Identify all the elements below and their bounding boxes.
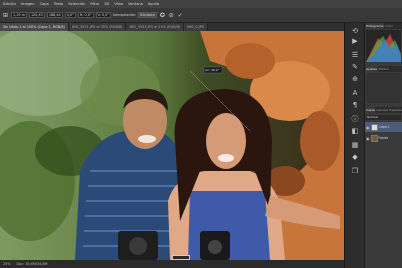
- menu-edicion[interactable]: Edición: [3, 2, 16, 6]
- adjustment-icons: [366, 73, 401, 103]
- warp-icon[interactable]: ✪: [159, 12, 166, 19]
- transform-icon[interactable]: ⊞: [2, 12, 9, 19]
- menu-imagen[interactable]: Imagen: [21, 2, 35, 6]
- history-icon[interactable]: ⟲: [350, 27, 360, 36]
- document-tabs: Sin título-1 al 100% (Capa 1, RGB/8) IMG…: [0, 23, 344, 31]
- tab-estilos[interactable]: Estilos: [378, 66, 390, 72]
- panel-icon-strip: ⟲ ▶ ☰ ✎ ⊕ A ¶ ⓘ ◧ ▦ ◆ ❐: [344, 23, 364, 268]
- layer-name[interactable]: Fondo: [379, 136, 389, 140]
- tab-document-2[interactable]: IMG_3521.JPG al 50% (RGB/8): [68, 23, 127, 31]
- clone-source-icon[interactable]: ⊕: [350, 75, 360, 84]
- menu-bar: Edición Imagen Capa Texto Selección Filt…: [0, 0, 402, 8]
- layers-list: ◉ Capa 1 ◉ Fondo: [365, 122, 402, 152]
- status-bar: 25% Doc: 34,6M/34,6M: [0, 260, 344, 268]
- tab-document-1[interactable]: Sin título-1 al 100% (Capa 1, RGB/8): [0, 23, 69, 31]
- option-field-1[interactable]: 1,19 m: [11, 12, 27, 18]
- right-panels: Histograma Color Ajustes Estilos Capas C…: [364, 23, 402, 268]
- tab-document-4[interactable]: IMG_0.JPG: [184, 23, 209, 31]
- layer-row[interactable]: ◉ Fondo: [365, 133, 402, 143]
- tab-canales[interactable]: Canales: [375, 107, 388, 113]
- v-skew-field[interactable]: V: 0,0°: [95, 12, 111, 18]
- menu-vista[interactable]: Vista: [114, 2, 123, 6]
- layer-name[interactable]: Capa 1: [379, 125, 390, 129]
- menu-ayuda[interactable]: Ayuda: [148, 2, 159, 6]
- options-bar: ⊞ 1,19 m 120,43 168,44 0,0° H: 0,0° V: 0…: [0, 8, 402, 23]
- swatches-icon[interactable]: ▦: [350, 141, 360, 150]
- zoom-level[interactable]: 25%: [3, 262, 11, 266]
- tab-capas[interactable]: Capas: [365, 107, 376, 113]
- tab-histogram[interactable]: Histograma: [365, 23, 385, 29]
- histogram-chart: [366, 30, 401, 62]
- eye-icon[interactable]: ◉: [366, 136, 370, 141]
- eye-icon[interactable]: ◉: [366, 125, 370, 130]
- angle-field[interactable]: 0,0°: [64, 12, 76, 18]
- info-icon[interactable]: ⓘ: [350, 115, 360, 124]
- blend-mode-select[interactable]: Normal: [366, 115, 401, 120]
- cancel-icon[interactable]: ⊘: [168, 12, 175, 19]
- menu-ventana[interactable]: Ventana: [128, 2, 143, 6]
- interpolation-label: Interpolación:: [113, 13, 137, 17]
- character-icon[interactable]: A: [350, 89, 360, 98]
- tab-trazados[interactable]: Trazados: [388, 107, 402, 113]
- photo-image: [0, 31, 344, 260]
- layers-tabs: Capas Canales Trazados: [365, 107, 402, 113]
- menu-texto[interactable]: Texto: [54, 2, 63, 6]
- layer-thumbnail: [370, 134, 378, 142]
- properties-icon[interactable]: ☰: [350, 51, 360, 60]
- actions-icon[interactable]: ▶: [350, 37, 360, 46]
- angle-tooltip: An: 48,2°: [205, 68, 220, 72]
- tab-ajustes[interactable]: Ajustes: [365, 66, 378, 72]
- adjustments-tabs: Ajustes Estilos: [365, 66, 402, 72]
- tab-color[interactable]: Color: [384, 23, 394, 29]
- layer-thumbnail: [370, 123, 378, 131]
- option-field-3[interactable]: 168,44: [46, 12, 63, 18]
- brush-panel-icon[interactable]: ✎: [350, 63, 360, 72]
- commit-icon[interactable]: ✓: [177, 12, 184, 19]
- styles-icon[interactable]: ◆: [350, 153, 360, 162]
- interpolation-select[interactable]: Bicúbica: [138, 12, 157, 18]
- paragraph-icon[interactable]: ¶: [350, 101, 360, 110]
- tab-document-3[interactable]: IMG_3533.JPG al 25% (RGB/8): [126, 23, 185, 31]
- layer-row[interactable]: ◉ Capa 1: [365, 122, 402, 132]
- navigator-icon[interactable]: ◧: [350, 127, 360, 136]
- menu-capa[interactable]: Capa: [40, 2, 49, 6]
- menu-filtro[interactable]: Filtro: [90, 2, 99, 6]
- document-canvas[interactable]: An: 48,2°: [0, 31, 344, 260]
- menu-3d[interactable]: 3D: [104, 2, 109, 6]
- layers-icon[interactable]: ❐: [350, 167, 360, 176]
- menu-seleccion[interactable]: Selección: [68, 2, 85, 6]
- h-skew-field[interactable]: H: 0,0°: [77, 12, 94, 18]
- doc-size: Doc: 34,6M/34,6M: [16, 262, 48, 266]
- histogram-tabs: Histograma Color: [365, 23, 402, 29]
- option-field-2[interactable]: 120,43: [28, 12, 45, 18]
